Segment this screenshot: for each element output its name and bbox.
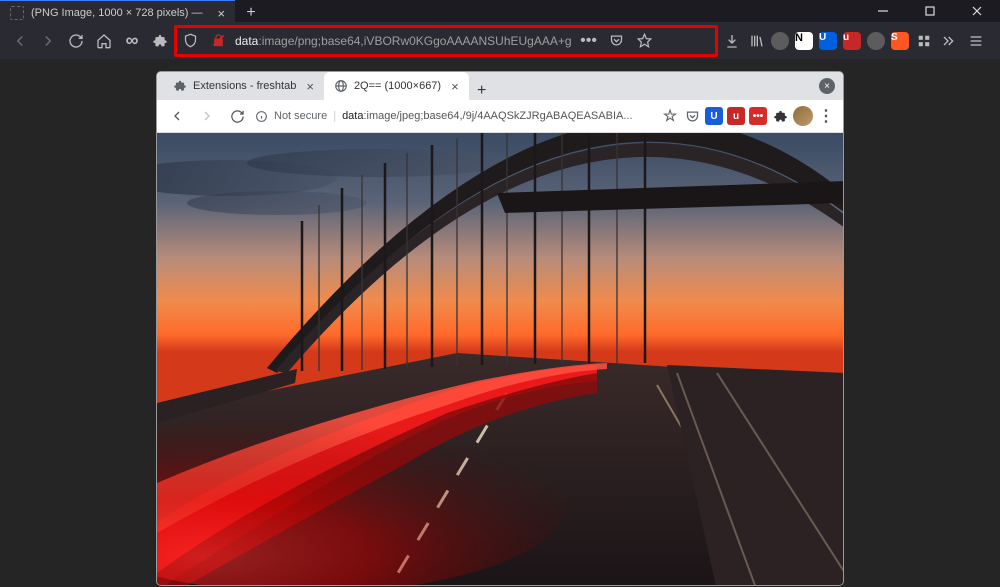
- firefox-pocket-icon[interactable]: [606, 27, 628, 55]
- firefox-titlebar: (PNG Image, 1000 × 728 pixels) — × +: [0, 0, 1000, 22]
- chrome-info-icon: [255, 110, 268, 123]
- firefox-forward-button[interactable]: [34, 27, 62, 55]
- chrome-ext-lastpass-icon[interactable]: •••: [749, 107, 767, 125]
- chrome-kebab-menu-icon[interactable]: ⋮: [817, 107, 835, 125]
- chrome-tab-image[interactable]: 2Q== (1000×667) ×: [324, 72, 469, 100]
- firefox-ext-bitwarden-icon[interactable]: U: [818, 31, 838, 51]
- chrome-not-secure-label: Not secure: [274, 110, 327, 122]
- firefox-ext-ublock-icon[interactable]: u: [842, 31, 862, 51]
- firefox-extension-puzzle-icon[interactable]: [146, 27, 174, 55]
- firefox-tab-active[interactable]: (PNG Image, 1000 × 728 pixels) — ×: [0, 0, 235, 25]
- chrome-bookmark-star-icon[interactable]: ☆: [661, 107, 679, 125]
- chrome-url-scheme: data: [342, 110, 363, 122]
- firefox-ext-grid-icon[interactable]: [914, 31, 934, 51]
- firefox-home-button[interactable]: [90, 27, 118, 55]
- chrome-forward-button[interactable]: [195, 104, 219, 128]
- chrome-ext-puzzle-icon[interactable]: [771, 107, 789, 125]
- firefox-library-icon[interactable]: [746, 31, 766, 51]
- firefox-urlbar-highlighted: data:image/png;base64,iVBORw0KGgoAAAANSU…: [174, 25, 718, 57]
- firefox-extensions-area: N U u S: [718, 31, 994, 51]
- chrome-profile-avatar-icon[interactable]: [793, 106, 813, 126]
- chrome-toolbar: Not secure | data:image/jpeg;base64,/9j/…: [157, 100, 843, 133]
- chrome-back-button[interactable]: [165, 104, 189, 128]
- chrome-url-divider: |: [333, 110, 336, 122]
- window-controls: [859, 0, 1000, 22]
- chrome-newtab-button[interactable]: +: [469, 82, 495, 100]
- firefox-url-rest: :image/png;base64,iVBORw0KGgoAAAANSUhEUg…: [258, 34, 571, 48]
- firefox-ext-avatar-icon[interactable]: [770, 31, 790, 51]
- chrome-url-rest: :image/jpeg;base64,/9j/4AAQSkZJRgABAQEAS…: [363, 110, 632, 122]
- firefox-tab-close-icon[interactable]: ×: [218, 6, 226, 21]
- window-minimize-button[interactable]: [859, 0, 906, 22]
- firefox-ext-gray2-icon[interactable]: [866, 31, 886, 51]
- chrome-reload-button[interactable]: [225, 104, 249, 128]
- firefox-download-icon[interactable]: [722, 31, 742, 51]
- firefox-url-scheme: data: [235, 34, 258, 48]
- firefox-newtab-button[interactable]: +: [235, 0, 267, 25]
- chrome-window: Extensions - freshtab × 2Q== (1000×667) …: [156, 71, 844, 586]
- firefox-ext-orange-icon[interactable]: S: [890, 31, 910, 51]
- firefox-ext-notion-icon[interactable]: N: [794, 31, 814, 51]
- window-close-button[interactable]: [953, 0, 1000, 22]
- chrome-tab-label: Extensions - freshtab: [193, 80, 296, 92]
- chrome-tab-close-icon[interactable]: ×: [451, 79, 459, 94]
- firefox-hamburger-icon[interactable]: [962, 31, 990, 51]
- firefox-back-button[interactable]: [6, 27, 34, 55]
- firefox-urlbar-text[interactable]: data:image/png;base64,iVBORw0KGgoAAAANSU…: [235, 34, 572, 48]
- firefox-reload-button[interactable]: [62, 27, 90, 55]
- chrome-content-image: [157, 133, 843, 585]
- chrome-tab-label: 2Q== (1000×667): [354, 80, 441, 92]
- firefox-bookmark-star-icon[interactable]: [634, 27, 656, 55]
- firefox-content-area: Extensions - freshtab × 2Q== (1000×667) …: [0, 59, 1000, 587]
- firefox-lock-warning-icon[interactable]: [207, 27, 229, 55]
- firefox-overflow-icon[interactable]: [938, 31, 958, 51]
- firefox-toolbar: ∞ data:image/png;base64,iVBORw0KGgoAAAAN…: [0, 22, 1000, 59]
- chrome-pocket-icon[interactable]: [683, 107, 701, 125]
- image-favicon-icon: [10, 6, 24, 20]
- chrome-tab-close-icon[interactable]: ×: [306, 79, 314, 94]
- window-maximize-button[interactable]: [906, 0, 953, 22]
- firefox-infinity-icon[interactable]: ∞: [118, 27, 146, 55]
- firefox-tabstrip: (PNG Image, 1000 × 728 pixels) — × +: [0, 0, 267, 25]
- chrome-urlbar[interactable]: Not secure | data:image/jpeg;base64,/9j/…: [255, 110, 655, 123]
- firefox-tab-title: (PNG Image, 1000 × 728 pixels) —: [31, 7, 203, 19]
- chrome-ext-ublock-icon[interactable]: u: [727, 107, 745, 125]
- puzzle-icon: [173, 79, 187, 93]
- chrome-window-close-icon[interactable]: ×: [819, 78, 835, 94]
- chrome-tabstrip: Extensions - freshtab × 2Q== (1000×667) …: [157, 72, 843, 100]
- chrome-ext-bitwarden-icon[interactable]: U: [705, 107, 723, 125]
- firefox-shield-icon[interactable]: [179, 27, 201, 55]
- chrome-tab-extensions[interactable]: Extensions - freshtab ×: [163, 72, 324, 100]
- chrome-extensions-area: ☆ U u ••• ⋮: [661, 106, 835, 126]
- globe-icon: [334, 79, 348, 93]
- firefox-page-actions-icon[interactable]: •••: [578, 27, 600, 55]
